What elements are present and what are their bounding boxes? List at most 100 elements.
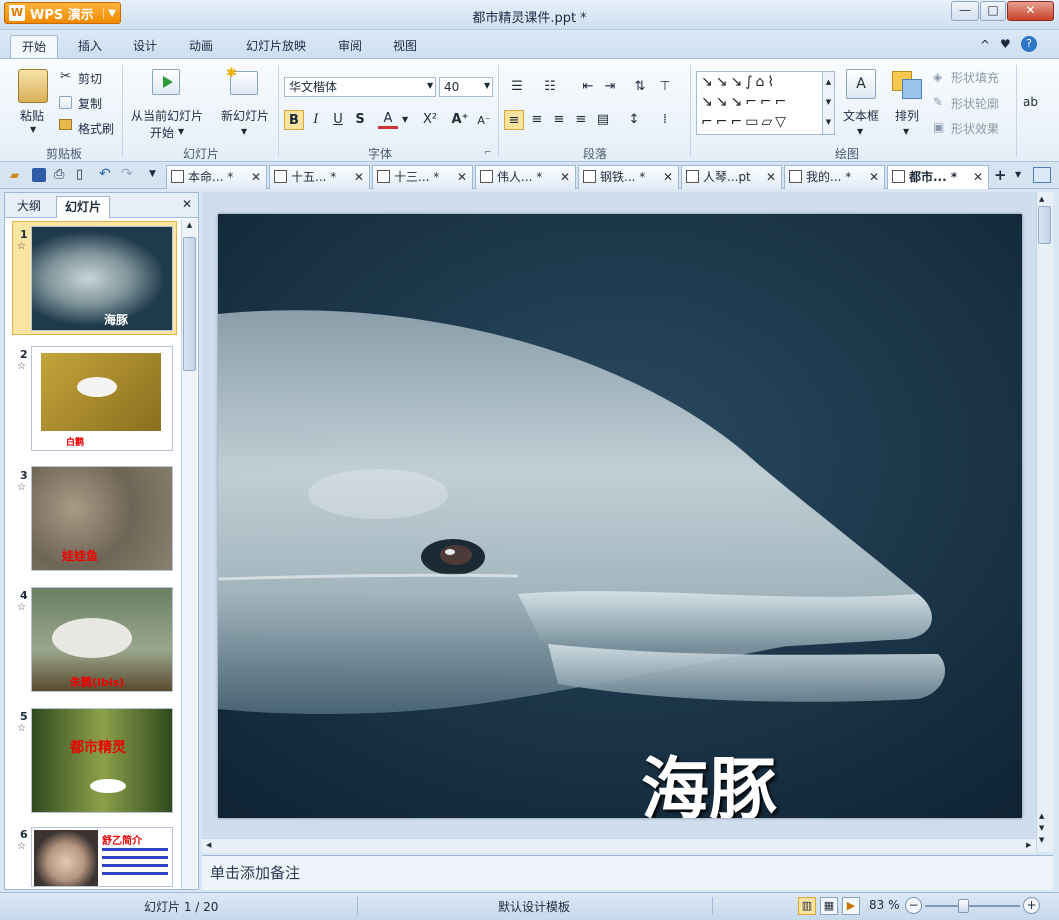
- shape-outline-button[interactable]: 形状轮廓: [951, 95, 999, 112]
- slide-sorter-icon[interactable]: ▦: [820, 897, 838, 915]
- close-icon[interactable]: ✕: [766, 166, 776, 188]
- close-icon[interactable]: ✕: [354, 166, 364, 188]
- columns-button[interactable]: ⁞: [655, 110, 675, 130]
- zoom-slider-thumb[interactable]: [958, 899, 969, 913]
- doc-tab-active[interactable]: 都市... * ✕: [887, 165, 989, 189]
- maximize-button[interactable]: □: [980, 1, 1006, 21]
- decrease-indent-button[interactable]: ⇤: [578, 77, 598, 97]
- slide-thumbnail[interactable]: 白鹳: [31, 346, 173, 451]
- scroll-down-icon[interactable]: ▲: [1039, 812, 1044, 820]
- zoom-out-icon[interactable]: −: [905, 897, 922, 914]
- more-tools-icon[interactable]: ab: [1023, 95, 1038, 109]
- slide-thumbnail[interactable]: 都市精灵: [31, 708, 173, 813]
- slideshow-icon[interactable]: ▶: [842, 897, 860, 915]
- slide-thumbnail[interactable]: 朱鹮(Ibis): [31, 587, 173, 692]
- font-color-button[interactable]: A: [378, 109, 398, 129]
- cut-button[interactable]: 剪切: [78, 70, 102, 87]
- tab-design[interactable]: 设计: [122, 35, 168, 58]
- grow-font-button[interactable]: A⁺: [450, 110, 470, 130]
- customize-toolbar-icon[interactable]: ▼: [149, 169, 156, 179]
- scrollbar-thumb[interactable]: [183, 237, 196, 371]
- minimize-button[interactable]: —: [951, 1, 979, 21]
- close-icon[interactable]: ✕: [560, 166, 570, 188]
- shape-effect-button[interactable]: 形状效果: [951, 120, 999, 137]
- align-text-button[interactable]: ⊤: [655, 77, 675, 97]
- print-preview-icon[interactable]: ▯: [76, 167, 83, 182]
- align-center-button[interactable]: ≡: [527, 110, 547, 130]
- vertical-scrollbar[interactable]: ▲ ▲ ▼ ▼: [1036, 192, 1053, 852]
- close-icon[interactable]: ✕: [869, 166, 879, 188]
- text-direction-button[interactable]: ⇅: [630, 77, 650, 97]
- doc-tab[interactable]: 人琴...pt ✕: [681, 165, 782, 189]
- close-icon[interactable]: ✕: [973, 166, 983, 188]
- undo-icon[interactable]: ↶: [99, 166, 111, 182]
- tab-animation[interactable]: 动画: [178, 35, 224, 58]
- slide-thumbnail[interactable]: 娃娃鱼: [31, 466, 173, 571]
- gallery-scroll-icon[interactable]: ▲ ▼ ▼: [822, 71, 835, 135]
- tab-outline[interactable]: 大纲: [9, 196, 49, 218]
- paste-icon[interactable]: [18, 69, 48, 103]
- tab-insert[interactable]: 插入: [67, 35, 113, 58]
- chevron-down-icon[interactable]: ▼: [857, 127, 863, 136]
- shrink-font-button[interactable]: A⁻: [474, 111, 494, 131]
- copy-button[interactable]: 复制: [78, 95, 102, 112]
- close-button[interactable]: ✕: [1007, 1, 1054, 21]
- close-icon[interactable]: ✕: [251, 166, 261, 188]
- align-right-button[interactable]: ≡: [549, 110, 569, 130]
- print-icon[interactable]: ⎙: [54, 167, 64, 182]
- bold-button[interactable]: B: [284, 110, 304, 130]
- paste-button[interactable]: 粘贴: [20, 107, 44, 124]
- tab-home[interactable]: 开始: [10, 35, 59, 58]
- chevron-down-icon[interactable]: ▼: [178, 127, 184, 136]
- zoom-in-icon[interactable]: +: [1023, 897, 1040, 914]
- bullets-button[interactable]: ☰: [507, 77, 527, 97]
- italic-button[interactable]: I: [306, 110, 326, 130]
- chevron-down-icon[interactable]: ▼: [30, 125, 36, 134]
- chevron-down-icon[interactable]: ▼: [484, 81, 490, 90]
- zoom-slider-track[interactable]: [925, 905, 1020, 907]
- tab-slideshow[interactable]: 幻灯片放映: [235, 35, 317, 58]
- tab-view[interactable]: 视图: [382, 35, 428, 58]
- scroll-up-icon[interactable]: ▲: [1039, 195, 1044, 203]
- horizontal-scrollbar[interactable]: ◀ ▶: [202, 838, 1036, 853]
- superscript-button[interactable]: X²: [420, 110, 440, 130]
- doc-tab[interactable]: 十三... * ✕: [372, 165, 473, 189]
- collapse-ribbon-icon[interactable]: ^: [980, 38, 990, 52]
- window-layout-icon[interactable]: [1033, 167, 1051, 183]
- tab-review[interactable]: 审阅: [327, 35, 373, 58]
- scrollbar-thumb[interactable]: [1038, 206, 1051, 244]
- doc-tab[interactable]: 钢铁... * ✕: [578, 165, 679, 189]
- skin-icon[interactable]: ♥: [1000, 37, 1011, 51]
- notes-pane[interactable]: 单击添加备注: [202, 855, 1053, 890]
- scroll-down-icon[interactable]: ▼: [1039, 824, 1044, 832]
- chevron-down-icon[interactable]: ▼: [241, 127, 247, 136]
- format-painter-button[interactable]: 格式刷: [78, 120, 114, 137]
- scroll-right-icon[interactable]: ▶: [1026, 841, 1031, 849]
- chevron-down-icon[interactable]: ▼: [402, 115, 408, 124]
- increase-indent-button[interactable]: ⇥: [600, 77, 620, 97]
- dialog-launcher-icon[interactable]: ⌐: [484, 148, 492, 158]
- doc-tab[interactable]: 本命... * ✕: [166, 165, 267, 189]
- close-icon[interactable]: ✕: [663, 166, 673, 188]
- distribute-button[interactable]: ▤: [593, 110, 613, 130]
- tab-list-icon[interactable]: ▼: [1015, 170, 1021, 179]
- numbering-button[interactable]: ☷: [540, 77, 560, 97]
- scroll-up-icon[interactable]: ▲: [183, 221, 196, 235]
- shape-gallery[interactable]: ↘↘↘∫⌂⌇ ↘↘↘⌐⌐⌐ ⌐⌐⌐▭▱▽: [696, 71, 835, 135]
- shape-fill-button[interactable]: 形状填充: [951, 69, 999, 86]
- doc-tab[interactable]: 十五... * ✕: [269, 165, 370, 189]
- slide-thumbnail[interactable]: 海豚: [31, 226, 173, 331]
- redo-icon[interactable]: ↷: [121, 166, 133, 182]
- font-name-select[interactable]: 华文楷体: [284, 77, 436, 97]
- doc-tab[interactable]: 伟人... * ✕: [475, 165, 576, 189]
- chevron-down-icon[interactable]: ▼: [427, 81, 433, 90]
- justify-button[interactable]: ≡: [571, 110, 591, 130]
- new-slide-button[interactable]: 新幻灯片: [221, 107, 269, 124]
- close-icon[interactable]: ✕: [457, 166, 467, 188]
- save-icon[interactable]: [32, 168, 46, 182]
- underline-button[interactable]: U: [328, 110, 348, 130]
- panel-scrollbar[interactable]: ▲: [181, 219, 197, 889]
- play-from-current-button[interactable]: 从当前幻灯片: [131, 107, 203, 124]
- open-folder-icon[interactable]: ▰: [10, 168, 19, 182]
- new-tab-icon[interactable]: +: [994, 166, 1007, 184]
